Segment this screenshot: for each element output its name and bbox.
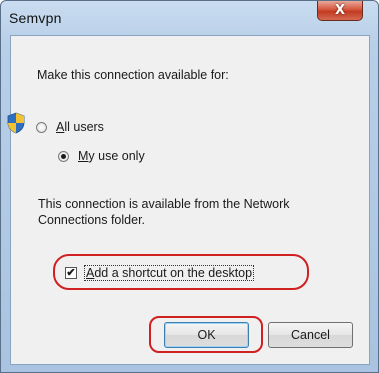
- close-icon: X: [334, 3, 346, 18]
- uac-shield-icon: [7, 112, 25, 134]
- title-bar[interactable]: Semvpn X: [1, 1, 378, 35]
- info-text: This connection is available from the Ne…: [38, 197, 290, 227]
- radio-all-users-button[interactable]: [36, 121, 47, 133]
- radio-all-users[interactable]: All users: [36, 120, 104, 134]
- shortcut-label: Add a shortcut on the desktop: [84, 265, 255, 281]
- shortcut-checkbox[interactable]: ✔: [65, 267, 77, 279]
- cancel-button[interactable]: Cancel: [268, 322, 353, 348]
- availability-prompt: Make this connection available for:: [37, 68, 229, 82]
- radio-my-use-only[interactable]: My use only: [58, 149, 145, 163]
- shortcut-checkbox-row[interactable]: ✔ Add a shortcut on the desktop: [65, 265, 255, 281]
- radio-all-users-label: All users: [56, 120, 104, 134]
- close-button[interactable]: X: [317, 1, 363, 21]
- window-title: Semvpn: [9, 10, 62, 26]
- dialog-body: Make this connection available for: All …: [7, 35, 370, 365]
- radio-my-use-only-label: My use only: [78, 149, 145, 163]
- radio-my-use-only-button[interactable]: [58, 150, 69, 162]
- ok-button[interactable]: OK: [164, 322, 249, 348]
- dialog-window: Semvpn X Make this connection available …: [0, 0, 379, 373]
